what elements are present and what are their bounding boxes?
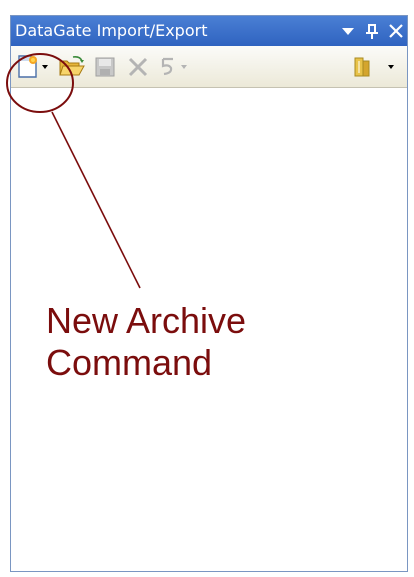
- save-button[interactable]: [91, 53, 119, 81]
- new-document-icon: [18, 55, 37, 78]
- datagate-panel: DataGate Import/Export: [10, 15, 408, 572]
- window-title: DataGate Import/Export: [15, 21, 208, 40]
- triangle-down-icon: [342, 28, 354, 35]
- pin-button[interactable]: [361, 20, 383, 42]
- pin-icon: [366, 24, 378, 39]
- close-icon: [389, 24, 403, 38]
- library-dropdown[interactable]: [385, 53, 397, 81]
- annotation-line-2: Command: [46, 342, 213, 383]
- undo-button[interactable]: [157, 53, 179, 81]
- undo-dropdown[interactable]: [179, 53, 189, 81]
- open-folder-icon: [59, 56, 85, 76]
- new-archive-dropdown[interactable]: [41, 53, 49, 81]
- undo-icon: [161, 57, 173, 76]
- delete-x-icon: [128, 57, 148, 77]
- chevron-down-icon: [388, 65, 394, 69]
- close-button[interactable]: [385, 20, 407, 42]
- floppy-disk-icon: [95, 57, 115, 77]
- title-bar[interactable]: DataGate Import/Export: [11, 16, 407, 46]
- chevron-down-icon: [42, 65, 48, 69]
- new-archive-button[interactable]: [15, 53, 41, 81]
- open-button[interactable]: [57, 53, 87, 81]
- toolbar: [11, 46, 407, 88]
- window-menu-button[interactable]: [337, 20, 359, 42]
- annotation-label: New Archive Command: [46, 300, 246, 384]
- books-icon: [354, 57, 370, 77]
- chevron-down-icon: [181, 65, 187, 69]
- annotation-line-1: New Archive: [46, 300, 247, 341]
- screen: DataGate Import/Export New Archive Comma…: [0, 0, 414, 577]
- library-button[interactable]: [349, 53, 375, 81]
- delete-button[interactable]: [123, 53, 153, 81]
